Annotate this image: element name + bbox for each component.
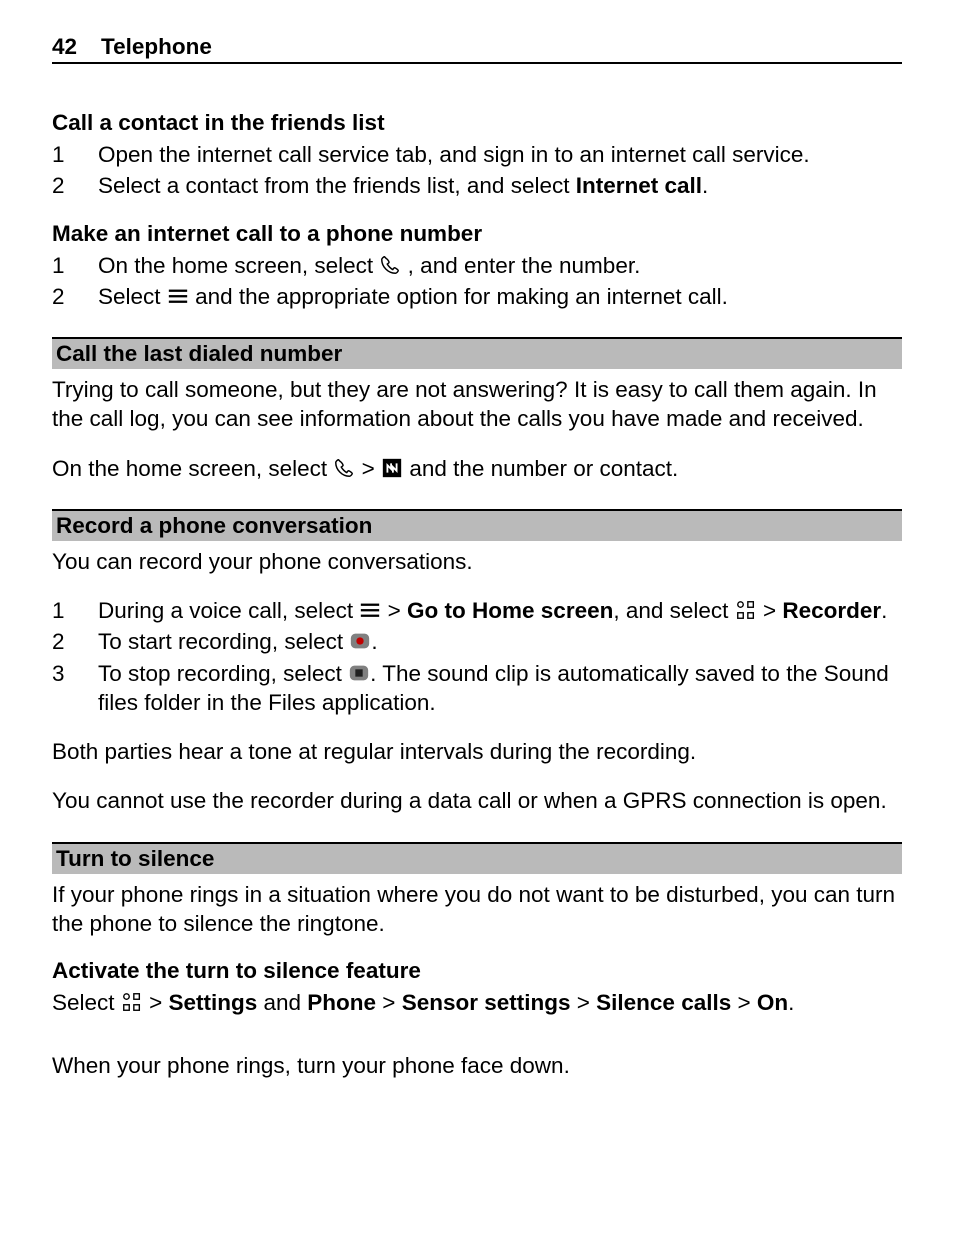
paragraph: Both parties hear a tone at regular inte… <box>52 737 902 766</box>
bold-internet-call: Internet call <box>576 173 702 198</box>
heading-call-contact-friends: Call a contact in the friends list <box>52 110 902 136</box>
text-fragment: , and enter the number. <box>408 253 641 278</box>
list-item: 3 To stop recording, select . The sound … <box>52 659 902 718</box>
menu-icon <box>359 599 381 621</box>
list-item: 2 To start recording, select . <box>52 627 902 656</box>
paragraph: You can record your phone conversations. <box>52 547 902 576</box>
steps-record: 1 During a voice call, select > Go to Ho… <box>52 596 902 717</box>
step-text: Select and the appropriate option for ma… <box>98 282 902 311</box>
banner-turn-silence: Turn to silence <box>52 842 902 874</box>
step-text: Select a contact from the friends list, … <box>98 171 902 200</box>
paragraph: You cannot use the recorder during a dat… <box>52 786 902 815</box>
banner-last-dialed: Call the last dialed number <box>52 337 902 369</box>
text-fragment: . <box>371 629 377 654</box>
text-fragment: On the home screen, select <box>98 253 379 278</box>
text-fragment: . <box>702 173 708 198</box>
text-fragment: During a voice call, select <box>98 598 359 623</box>
text-fragment: and <box>257 990 307 1015</box>
text-fragment: , and select <box>613 598 734 623</box>
step-text: During a voice call, select > Go to Home… <box>98 596 902 625</box>
step-text: To stop recording, select . The sound cl… <box>98 659 902 718</box>
header-section-title: Telephone <box>101 34 212 60</box>
heading-internet-call-number: Make an internet call to a phone number <box>52 221 902 247</box>
heading-activate-silence: Activate the turn to silence feature <box>52 958 902 984</box>
step-number: 2 <box>52 282 98 311</box>
step-text: Open the internet call service tab, and … <box>98 140 902 169</box>
step-number: 1 <box>52 251 98 280</box>
paragraph: On the home screen, select > and the num… <box>52 454 902 483</box>
text-fragment: . <box>881 598 887 623</box>
step-number: 3 <box>52 659 98 718</box>
page-header: 42 Telephone <box>52 34 902 64</box>
paragraph: When your phone rings, turn your phone f… <box>52 1051 902 1080</box>
steps-internet-call: 1 On the home screen, select , and enter… <box>52 251 902 312</box>
text-fragment: Select <box>98 284 167 309</box>
phone-icon <box>379 254 401 276</box>
step-text: On the home screen, select , and enter t… <box>98 251 902 280</box>
text-fragment: > <box>763 598 782 623</box>
bold-recorder: Recorder <box>782 598 881 623</box>
step-text: To start recording, select . <box>98 627 902 656</box>
list-item: 2 Select and the appropriate option for … <box>52 282 902 311</box>
bold-sensor-settings: Sensor settings <box>402 990 571 1015</box>
bold-silence-calls: Silence calls <box>596 990 731 1015</box>
list-item: 1 On the home screen, select , and enter… <box>52 251 902 280</box>
text-fragment: > <box>362 456 381 481</box>
menu-icon <box>167 285 189 307</box>
bold-phone: Phone <box>307 990 376 1015</box>
paragraph-nav-path: Select > Settings and Phone > Sensor set… <box>52 988 902 1017</box>
text-fragment: and the number or contact. <box>409 456 678 481</box>
text-fragment: > <box>388 598 407 623</box>
bold-settings: Settings <box>168 990 257 1015</box>
list-item: 1 Open the internet call service tab, an… <box>52 140 902 169</box>
step-number: 2 <box>52 171 98 200</box>
banner-record-conversation: Record a phone conversation <box>52 509 902 541</box>
step-number: 1 <box>52 596 98 625</box>
page-content: 42 Telephone Call a contact in the frien… <box>0 0 954 1141</box>
paragraph: If your phone rings in a situation where… <box>52 880 902 939</box>
step-number: 1 <box>52 140 98 169</box>
apps-grid-icon <box>735 599 757 621</box>
phone-icon <box>333 457 355 479</box>
record-button-icon <box>349 630 371 652</box>
text-fragment: > <box>571 990 597 1015</box>
text-fragment: . <box>788 990 794 1015</box>
text-fragment: and the appropriate option for making an… <box>195 284 728 309</box>
text-fragment: Select <box>52 990 121 1015</box>
bold-go-home: Go to Home screen <box>407 598 613 623</box>
steps-friends: 1 Open the internet call service tab, an… <box>52 140 902 201</box>
text-fragment: > <box>376 990 402 1015</box>
bold-on: On <box>757 990 788 1015</box>
text-fragment: Select a contact from the friends list, … <box>98 173 576 198</box>
apps-grid-icon <box>121 991 143 1013</box>
list-item: 2 Select a contact from the friends list… <box>52 171 902 200</box>
text-fragment: On the home screen, select <box>52 456 333 481</box>
page-number: 42 <box>52 34 77 60</box>
text-fragment: To start recording, select <box>98 629 349 654</box>
list-item: 1 During a voice call, select > Go to Ho… <box>52 596 902 625</box>
stop-button-icon <box>348 662 370 684</box>
text-fragment: > <box>731 990 757 1015</box>
paragraph: Trying to call someone, but they are not… <box>52 375 902 434</box>
call-log-icon <box>381 457 403 479</box>
step-number: 2 <box>52 627 98 656</box>
text-fragment: To stop recording, select <box>98 661 348 686</box>
text-fragment: > <box>149 990 168 1015</box>
